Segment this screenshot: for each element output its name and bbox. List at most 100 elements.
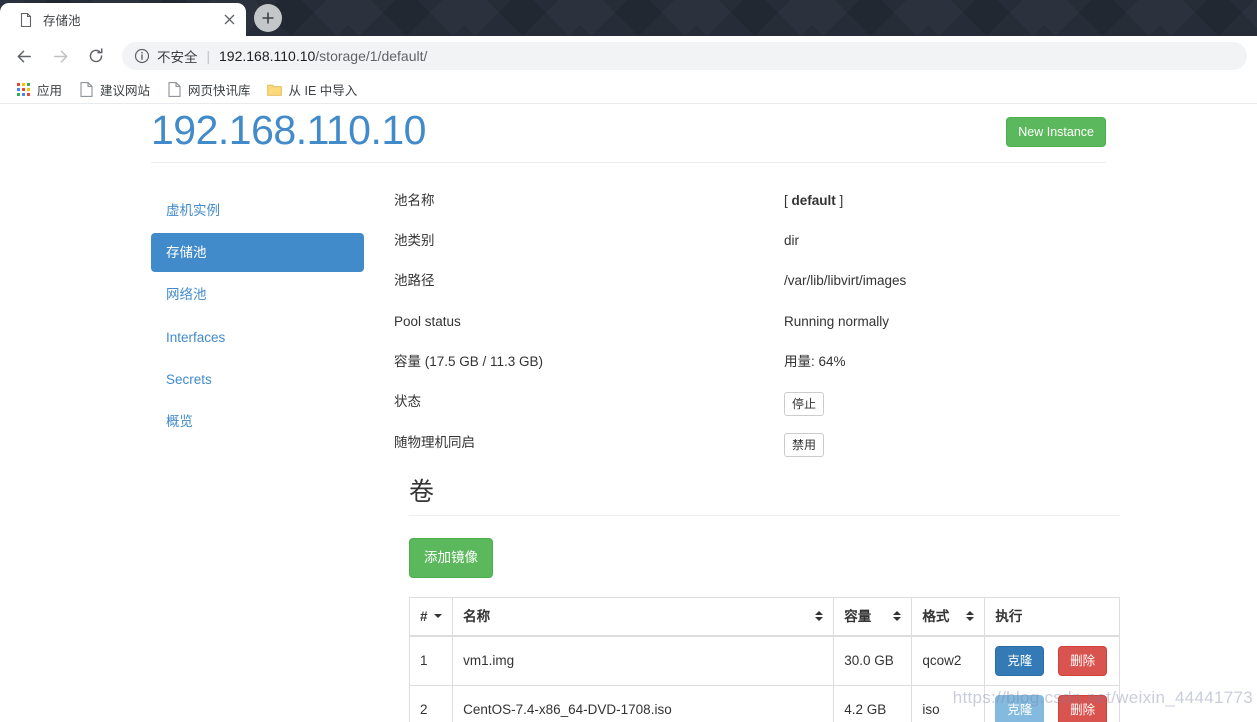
cell-capacity: 30.0 GB <box>833 635 913 686</box>
page-title: 192.168.110.10 <box>151 107 426 153</box>
detail-value: 禁用 <box>784 432 1120 457</box>
folder-icon <box>267 82 283 98</box>
cell-number: 1 <box>408 635 454 686</box>
column-label: 名称 <box>463 608 491 624</box>
add-image-button[interactable]: 添加镜像 <box>409 538 493 578</box>
detail-value: Running normally <box>784 313 890 329</box>
column-label: # <box>420 608 428 624</box>
detail-label: 容量 (17.5 GB / 11.3 GB) <box>394 353 544 369</box>
bookmark-suggested-sites[interactable]: 建议网站 <box>71 79 157 101</box>
detail-label: 随物理机同启 <box>394 434 475 450</box>
page-container: 192.168.110.10 New Instance 虚机实例 存储池 网络池… <box>151 104 1120 722</box>
column-header-format[interactable]: 格式 <box>911 596 986 637</box>
cell-actions: 克隆 删除 <box>984 684 1120 722</box>
plus-icon <box>262 12 274 24</box>
volumes-section-header: 卷 <box>394 477 1120 507</box>
detail-value: 停止 <box>784 391 1120 416</box>
sidebar-item-instances[interactable]: 虚机实例 <box>151 191 364 230</box>
content-columns: 虚机实例 存储池 网络池 Interfaces Secrets 概览 池名称 [… <box>151 191 1120 722</box>
close-icon[interactable] <box>218 9 240 31</box>
bookmark-label: 应用 <box>37 84 63 98</box>
cell-capacity: 4.2 GB <box>833 684 913 722</box>
sort-both-icon <box>966 611 975 622</box>
sidebar-item-secrets[interactable]: Secrets <box>151 360 364 399</box>
stop-pool-button[interactable]: 停止 <box>784 391 825 416</box>
browser-tab[interactable]: 存储池 <box>0 3 246 36</box>
info-circle-icon[interactable] <box>134 48 150 64</box>
page-header: 192.168.110.10 New Instance <box>151 107 1106 164</box>
bookmark-imported-from-ie[interactable]: 从 IE 中导入 <box>260 79 365 101</box>
delete-volume-button[interactable]: 删除 <box>1058 694 1108 722</box>
forward-arrow-icon <box>45 41 75 71</box>
detail-row-capacity: 容量 (17.5 GB / 11.3 GB) 用量: 64% <box>394 352 1120 371</box>
volumes-table: # 名称 容量 格式 执行 1 vm1.img 30.0 GB qcow2 克隆… <box>408 596 1120 722</box>
cell-number: 2 <box>408 684 454 722</box>
page-icon <box>78 82 94 98</box>
detail-value: dir <box>784 233 800 249</box>
cell-name: vm1.img <box>452 635 835 686</box>
sidebar-item-overview[interactable]: 概览 <box>151 402 364 441</box>
sidebar-item-storage[interactable]: 存储池 <box>151 233 364 273</box>
apps-grid-icon <box>15 82 31 98</box>
url-host: 192.168.110.10 <box>219 48 316 64</box>
detail-label: 池路径 <box>394 273 435 289</box>
volumes-table-head: # 名称 容量 格式 执行 <box>408 596 1120 637</box>
bookmarks-bar: 应用 建议网站 网页快讯库 从 IE 中导入 <box>0 76 1257 104</box>
address-bar[interactable]: 不安全 | 192.168.110.10/storage/1/default/ <box>122 42 1247 70</box>
table-header-row: # 名称 容量 格式 执行 <box>408 596 1120 637</box>
detail-row-pool-path: 池路径 /var/lib/libvirt/images <box>394 271 1120 290</box>
browser-tab-title: 存储池 <box>43 14 81 28</box>
detail-label: 池名称 <box>394 193 435 209</box>
bookmark-label: 建议网站 <box>100 84 151 98</box>
browser-toolbar: 不安全 | 192.168.110.10/storage/1/default/ <box>0 36 1257 76</box>
back-arrow-icon[interactable] <box>9 41 39 71</box>
column-label: 执行 <box>995 608 1023 624</box>
detail-value: /var/lib/libvirt/images <box>784 273 907 289</box>
column-label: 格式 <box>922 608 950 624</box>
volumes-heading: 卷 <box>409 477 435 506</box>
detail-row-pool-type: 池类别 dir <box>394 231 1120 250</box>
sidebar-item-interfaces[interactable]: Interfaces <box>151 318 364 357</box>
column-header-name[interactable]: 名称 <box>452 596 835 637</box>
volumes-table-body: 1 vm1.img 30.0 GB qcow2 克隆 删除 2 CentOS-7… <box>408 635 1120 722</box>
bookmark-label: 从 IE 中导入 <box>288 84 358 98</box>
cell-format: qcow2 <box>911 635 986 686</box>
bookmark-web-news[interactable]: 网页快讯库 <box>159 79 258 101</box>
new-instance-button[interactable]: New Instance <box>1006 117 1106 148</box>
table-row: 2 CentOS-7.4-x86_64-DVD-1708.iso 4.2 GB … <box>408 684 1120 722</box>
pool-detail-panel: 池名称 [ default ] 池类别 dir 池路径 /var/lib/lib… <box>379 191 1120 722</box>
sort-both-icon <box>893 611 902 622</box>
detail-label: 池类别 <box>394 233 435 249</box>
detail-value: [ default ] <box>784 193 844 209</box>
disable-autostart-button[interactable]: 禁用 <box>784 432 825 457</box>
pool-name-value: default <box>791 193 836 209</box>
page-icon <box>18 12 34 28</box>
column-header-capacity[interactable]: 容量 <box>833 596 913 637</box>
detail-label: Pool status <box>394 313 461 329</box>
column-header-number[interactable]: # <box>408 596 454 637</box>
page-body: 192.168.110.10 New Instance 虚机实例 存储池 网络池… <box>0 104 1257 722</box>
clone-volume-button[interactable]: 克隆 <box>995 694 1045 722</box>
sort-desc-icon <box>434 614 443 619</box>
delete-volume-button[interactable]: 删除 <box>1058 645 1108 676</box>
clone-volume-button[interactable]: 克隆 <box>995 645 1045 676</box>
omnibox-separator: | <box>206 48 211 64</box>
page-icon <box>166 82 182 98</box>
detail-row-pool-name: 池名称 [ default ] <box>394 191 1120 210</box>
security-status-label: 不安全 <box>157 50 198 65</box>
cell-format: iso <box>911 684 986 722</box>
table-row: 1 vm1.img 30.0 GB qcow2 克隆 删除 <box>408 635 1120 686</box>
bookmark-apps[interactable]: 应用 <box>8 79 69 101</box>
new-tab-button[interactable] <box>254 4 282 32</box>
bookmark-label: 网页快讯库 <box>188 84 251 98</box>
reload-icon[interactable] <box>81 41 111 71</box>
cell-name: CentOS-7.4-x86_64-DVD-1708.iso <box>452 684 835 722</box>
tab-strip: 存储池 <box>0 0 246 36</box>
sidebar-nav: 虚机实例 存储池 网络池 Interfaces Secrets 概览 <box>151 191 379 722</box>
column-header-actions: 执行 <box>984 596 1120 637</box>
sidebar-item-networks[interactable]: 网络池 <box>151 275 364 314</box>
sort-both-icon <box>815 611 824 622</box>
detail-label: 状态 <box>394 393 421 409</box>
detail-row-pool-status: Pool status Running normally <box>394 312 1120 331</box>
browser-tab-strip-background: 存储池 <box>0 0 1257 36</box>
